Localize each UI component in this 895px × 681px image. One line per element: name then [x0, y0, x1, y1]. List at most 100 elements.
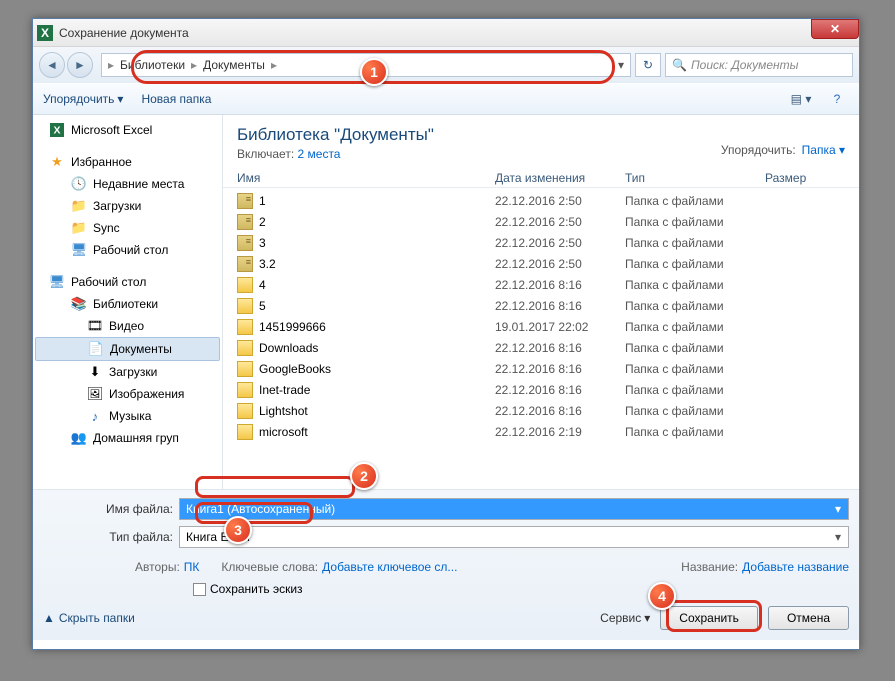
folder-icon	[237, 403, 253, 419]
sidebar-item-desktop2[interactable]: 🖥Рабочий стол	[33, 271, 222, 293]
help-button[interactable]: ?	[825, 89, 849, 109]
file-row[interactable]: microsoft22.12.2016 2:19Папка с файлами	[237, 421, 845, 442]
back-button[interactable]: ◄	[39, 52, 65, 78]
refresh-button[interactable]: ↻	[635, 53, 661, 77]
sidebar-item-libraries[interactable]: 📚Библиотеки	[33, 293, 222, 315]
sidebar-item-documents[interactable]: 📄Документы	[35, 337, 220, 361]
sidebar-item-desktop[interactable]: 🖥Рабочий стол	[33, 239, 222, 261]
file-row[interactable]: 422.12.2016 8:16Папка с файлами	[237, 274, 845, 295]
organize-button[interactable]: Упорядочить ▾	[43, 92, 123, 106]
title-label: Название:	[681, 560, 738, 574]
file-date: 22.12.2016 8:16	[495, 299, 625, 313]
chevron-down-icon[interactable]: ▾	[618, 58, 624, 72]
file-type: Папка с файлами	[625, 425, 765, 439]
file-type: Папка с файлами	[625, 404, 765, 418]
window-title: Сохранение документа	[59, 26, 189, 40]
chevron-down-icon: ▾	[117, 92, 123, 106]
file-row[interactable]: 222.12.2016 2:50Папка с файлами	[237, 211, 845, 232]
excel-icon: X	[37, 25, 53, 41]
sidebar-item-downloads[interactable]: 📁Загрузки	[33, 195, 222, 217]
file-list[interactable]: 122.12.2016 2:50Папка с файлами222.12.20…	[223, 188, 859, 489]
titlebar: X Сохранение документа ✕	[33, 19, 859, 47]
nav-bar: ◄ ► ▸ Библиотеки ▸ Документы ▸ ▾ ↻ 🔍 Пои…	[33, 47, 859, 83]
sidebar-item-sync[interactable]: 📁Sync	[33, 217, 222, 239]
chevron-right-icon: ▸	[271, 58, 277, 72]
sidebar-item-music[interactable]: ♪Музыка	[33, 405, 222, 427]
keywords-value[interactable]: Добавьте ключевое сл...	[322, 560, 457, 574]
file-date: 22.12.2016 8:16	[495, 404, 625, 418]
file-row[interactable]: 122.12.2016 2:50Папка с файлами	[237, 190, 845, 211]
file-row[interactable]: 522.12.2016 8:16Папка с файлами	[237, 295, 845, 316]
file-name: 2	[259, 215, 266, 229]
breadcrumb-item[interactable]: Библиотеки	[118, 58, 187, 72]
svg-text:X: X	[53, 125, 60, 137]
sidebar-item-recent[interactable]: 🕓Недавние места	[33, 173, 222, 195]
new-folder-button[interactable]: Новая папка	[141, 92, 211, 106]
desktop-icon: 🖥	[71, 242, 87, 258]
bottom-panel: Имя файла: Книга1 (Автосохраненный)▾ Тип…	[33, 489, 859, 640]
picture-icon: 🖼	[87, 386, 103, 402]
folder-icon: 📁	[71, 198, 87, 214]
file-row[interactable]: Downloads22.12.2016 8:16Папка с файлами	[237, 337, 845, 358]
file-name: 1451999666	[259, 320, 326, 334]
save-button[interactable]: Сохранить	[660, 606, 758, 630]
filetype-dropdown[interactable]: Книга Excel▾	[179, 526, 849, 548]
sidebar-item-downloads2[interactable]: ⬇Загрузки	[33, 361, 222, 383]
search-input[interactable]: 🔍 Поиск: Документы	[665, 53, 853, 77]
star-icon: ★	[49, 154, 65, 170]
close-button[interactable]: ✕	[811, 19, 859, 39]
folder-icon	[237, 235, 253, 251]
filename-input[interactable]: Книга1 (Автосохраненный)▾	[179, 498, 849, 520]
file-row[interactable]: GoogleBooks22.12.2016 8:16Папка с файлам…	[237, 358, 845, 379]
file-row[interactable]: 145199966619.01.2017 22:02Папка с файлам…	[237, 316, 845, 337]
file-type: Папка с файлами	[625, 278, 765, 292]
col-name[interactable]: Имя	[237, 171, 495, 185]
col-date[interactable]: Дата изменения	[495, 171, 625, 185]
sort-dropdown[interactable]: Папка ▾	[802, 143, 845, 157]
file-name: Inet-trade	[259, 383, 310, 397]
file-date: 22.12.2016 8:16	[495, 278, 625, 292]
chevron-down-icon[interactable]: ▾	[830, 501, 846, 517]
file-row[interactable]: Inet-trade22.12.2016 8:16Папка с файлами	[237, 379, 845, 400]
library-icon: 📚	[71, 296, 87, 312]
file-row[interactable]: 3.222.12.2016 2:50Папка с файлами	[237, 253, 845, 274]
annotation-badge-3: 3	[224, 516, 252, 544]
folder-icon: 📁	[71, 220, 87, 236]
file-date: 19.01.2017 22:02	[495, 320, 625, 334]
col-size[interactable]: Размер	[765, 171, 845, 185]
sidebar-item-video[interactable]: 🎞Видео	[33, 315, 222, 337]
sidebar-item-homegroup[interactable]: 👥Домашняя груп	[33, 427, 222, 449]
folder-icon	[237, 193, 253, 209]
annotation-badge-4: 4	[648, 582, 676, 610]
filetype-label: Тип файла:	[43, 530, 173, 544]
file-row[interactable]: Lightshot22.12.2016 8:16Папка с файлами	[237, 400, 845, 421]
breadcrumb-item[interactable]: Документы	[201, 58, 267, 72]
authors-value[interactable]: ПК	[184, 560, 200, 574]
sort-label: Упорядочить:	[721, 143, 796, 157]
download-icon: ⬇	[87, 364, 103, 380]
sidebar-item-excel[interactable]: XMicrosoft Excel	[33, 119, 222, 141]
chevron-down-icon: ▾	[644, 611, 650, 625]
includes-link[interactable]: 2 места	[298, 147, 341, 161]
filename-label: Имя файла:	[43, 502, 173, 516]
sidebar-item-pictures[interactable]: 🖼Изображения	[33, 383, 222, 405]
excel-icon: X	[49, 122, 65, 138]
chevron-down-icon[interactable]: ▾	[830, 529, 846, 545]
folder-icon	[237, 256, 253, 272]
annotation-badge-2: 2	[350, 462, 378, 490]
file-row[interactable]: 322.12.2016 2:50Папка с файлами	[237, 232, 845, 253]
column-headers[interactable]: Имя Дата изменения Тип Размер	[223, 167, 859, 188]
main-panel: Библиотека "Документы" Включает: 2 места…	[223, 115, 859, 489]
hide-folders-button[interactable]: ▲ Скрыть папки	[43, 611, 135, 625]
file-date: 22.12.2016 8:16	[495, 383, 625, 397]
tools-dropdown[interactable]: Сервис ▾	[600, 611, 650, 625]
thumbnail-checkbox[interactable]	[193, 583, 206, 596]
forward-button[interactable]: ►	[67, 52, 93, 78]
video-icon: 🎞	[87, 318, 103, 334]
search-icon: 🔍	[672, 58, 687, 72]
title-value[interactable]: Добавьте название	[742, 560, 849, 574]
sidebar-item-favorites[interactable]: ★Избранное	[33, 151, 222, 173]
cancel-button[interactable]: Отмена	[768, 606, 849, 630]
view-button[interactable]: ▤ ▾	[789, 89, 813, 109]
col-type[interactable]: Тип	[625, 171, 765, 185]
